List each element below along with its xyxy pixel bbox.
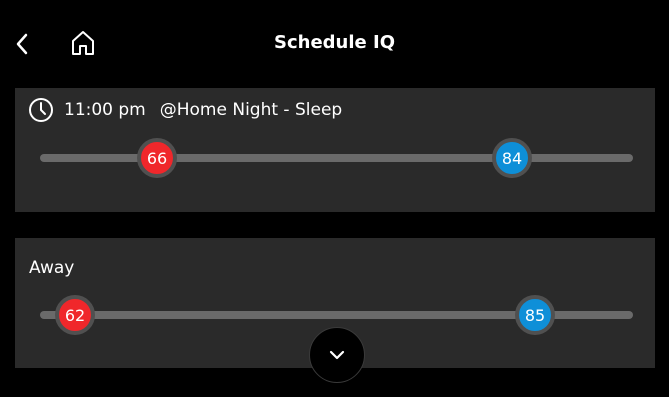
cool-setpoint-handle[interactable]: 84	[492, 138, 532, 178]
page-title: Schedule IQ	[274, 32, 395, 53]
temperature-range-track[interactable]	[40, 154, 633, 162]
clock-icon	[28, 97, 54, 123]
cool-setpoint-handle[interactable]: 85	[515, 295, 555, 335]
expand-button[interactable]	[309, 327, 365, 383]
schedule-name: @Home Night - Sleep	[159, 100, 343, 120]
schedule-card-sleep[interactable]: 11:00 pm @Home Night - Sleep 66 84	[15, 88, 655, 212]
heat-setpoint-handle[interactable]: 66	[137, 138, 177, 178]
schedule-time: 11:00 pm	[64, 100, 146, 120]
heat-setpoint-handle[interactable]: 62	[55, 295, 95, 335]
schedule-card-header: Away	[29, 258, 74, 278]
schedule-card-header: 11:00 pm @Home Night - Sleep	[28, 97, 342, 123]
header-bar: Schedule IQ	[0, 0, 669, 88]
chevron-down-icon	[329, 350, 345, 360]
schedule-name: Away	[29, 258, 75, 278]
